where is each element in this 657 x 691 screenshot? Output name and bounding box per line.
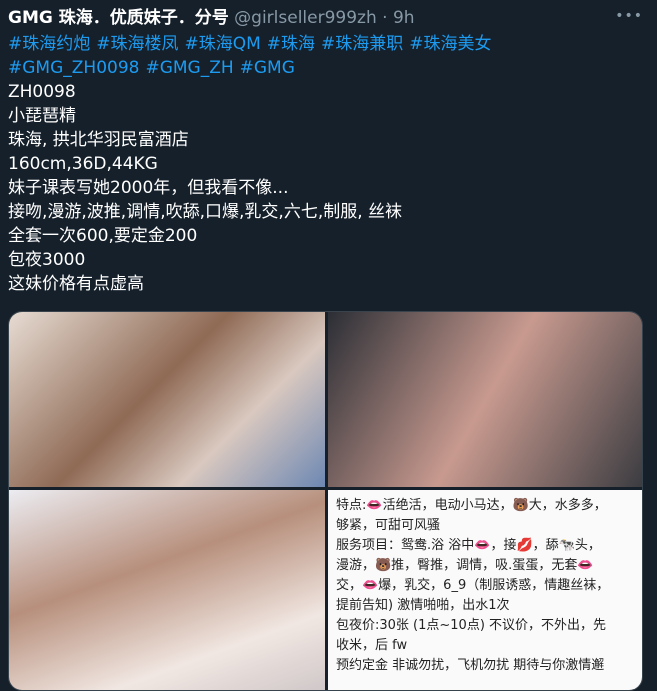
timestamp[interactable]: 9h [393, 8, 415, 28]
image-text-line: 服务项目：鸳鸯.浴 浴中👄，接💋，舔🐄头， [336, 538, 601, 553]
tweet-body: #珠海约炮 #珠海楼凤 #珠海QM #珠海 #珠海兼职 #珠海美女 #GMG_ZH0098… [8, 32, 498, 296]
photo-1[interactable] [9, 312, 325, 487]
image-text-line: 收米，后 fw [336, 638, 408, 653]
media-grid: 特点:👄活绝活，电动小马达，🐻大，水多多， 够紧，可甜可风骚 服务项目：鸳鸯.浴… [8, 311, 643, 691]
hashtag-link[interactable]: #珠海兼职 [321, 34, 403, 54]
tweet-text-line: 这妹价格有点虚高 [8, 274, 144, 294]
tweet-text-line: ZH0098 [8, 82, 76, 102]
photo-4-text-image[interactable]: 特点:👄活绝活，电动小马达，🐻大，水多多， 够紧，可甜可风骚 服务项目：鸳鸯.浴… [328, 490, 642, 690]
hashtag-link[interactable]: #GMG [240, 58, 295, 78]
more-options-icon[interactable]: ••• [615, 8, 643, 24]
image-text-line: 够紧，可甜可风骚 [336, 518, 441, 533]
tweet-text-line: 小琵琶精 [8, 106, 76, 126]
hashtag-link[interactable]: #珠海约炮 [8, 34, 90, 54]
hashtag-link[interactable]: #珠海美女 [409, 34, 491, 54]
user-handle[interactable]: @girlseller999zh [234, 8, 377, 28]
tweet-text-line: 包夜3000 [8, 250, 86, 270]
tweet-text-line: 接吻,漫游,波推,调情,吹舔,口爆,乳交,六七,制服, 丝袜 [8, 202, 403, 222]
separator: · [382, 8, 388, 28]
image-text-line: 提前告知) 激情啪啪，出水1次 [336, 598, 510, 613]
hashtag-link[interactable]: #GMG_ZH0098 [8, 58, 139, 78]
hashtag-link[interactable]: #珠海QM [185, 34, 261, 54]
tweet-text-line: 全套一次600,要定金200 [8, 226, 198, 246]
image-text-line: 特点:👄活绝活，电动小马达，🐻大，水多多， [336, 498, 607, 513]
tweet-text-line: 妹子课表写她2000年，但我看不像... [8, 178, 289, 198]
hashtag-link[interactable]: #珠海楼凤 [96, 34, 178, 54]
photo-3[interactable] [9, 490, 325, 690]
tweet-text-line: 珠海, 拱北华羽民富酒店 [8, 130, 189, 150]
hashtag-link[interactable]: #珠海 [267, 34, 315, 54]
hashtags-line-1: #珠海约炮 #珠海楼凤 #珠海QM #珠海 #珠海兼职 #珠海美女 [8, 32, 498, 56]
tweet-header: GMG 珠海．优质妹子．分号 @girlseller999zh · 9h [8, 6, 415, 30]
image-text-line: 交，👄爆，乳交，6_9（制服诱惑，情趣丝袜， [336, 578, 610, 593]
image-text-line: 包夜价:30张 (1点~10点) 不议价，不外出，先 [336, 618, 607, 633]
tweet-text-line: 160cm,36D,44KG [8, 154, 158, 174]
hashtag-link[interactable]: #GMG_ZH [145, 58, 233, 78]
photo-2[interactable] [328, 312, 642, 487]
image-text-line: 漫游，🐻推，臀推，调情，吸.蛋蛋，无套👄 [336, 558, 594, 573]
display-name[interactable]: GMG 珠海．优质妹子．分号 [8, 8, 229, 28]
image-text-line: 预约定金 非诚勿扰，飞机勿扰 期待与你激情邂 [336, 658, 605, 673]
hashtags-line-2: #GMG_ZH0098 #GMG_ZH #GMG [8, 56, 498, 80]
